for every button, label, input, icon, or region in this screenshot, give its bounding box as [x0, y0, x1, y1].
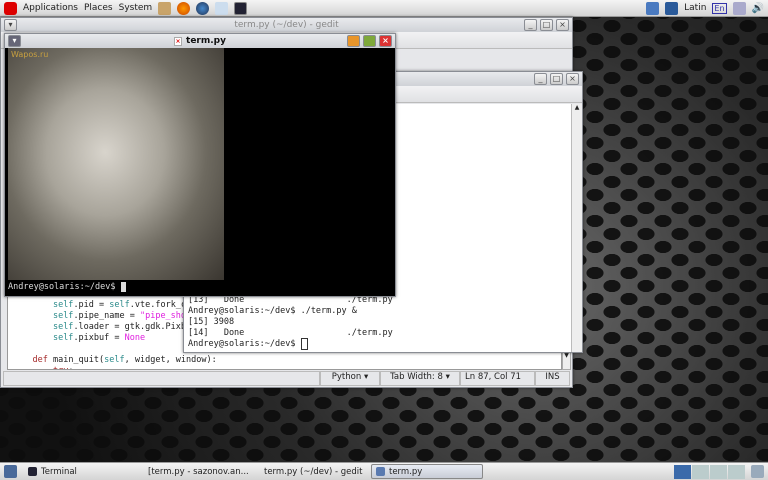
- taskbar-item-label: Terminal: [41, 466, 77, 477]
- close-button[interactable]: ×: [379, 35, 392, 47]
- insert-mode: INS: [535, 371, 570, 386]
- menu-places[interactable]: Places: [84, 3, 113, 13]
- file-icon: ×: [174, 36, 183, 46]
- keyboard-layout[interactable]: Latin: [684, 3, 706, 13]
- taskbar-item[interactable]: [term.py - sazonov.an...: [139, 464, 251, 479]
- system-monitor-icon[interactable]: [646, 1, 660, 15]
- top-panel: Applications Places System Latin En 🔊: [0, 0, 768, 17]
- home-icon[interactable]: [158, 1, 172, 15]
- terminal-line: Andrey@solaris:~/dev$: [188, 338, 393, 350]
- network-icon[interactable]: [665, 1, 679, 15]
- terminal-line: [15] 3908: [188, 317, 393, 328]
- maximize-button[interactable]: □: [540, 19, 553, 31]
- code-token: self: [52, 322, 74, 332]
- code-token: .pid =: [73, 300, 110, 310]
- language-selector[interactable]: Python ▾: [320, 371, 380, 386]
- minimize-button[interactable]: _: [534, 73, 547, 85]
- terminal-icon[interactable]: [234, 1, 248, 15]
- code-line: try:: [12, 366, 557, 369]
- snow-leopard-image: Wapos.ru: [8, 48, 224, 280]
- oracle-logo-icon[interactable]: [4, 1, 17, 15]
- code-token: None: [124, 333, 146, 343]
- taskbar-item-label: term.py: [389, 466, 423, 477]
- update-icon[interactable]: [215, 1, 229, 15]
- statusbar: Python ▾ Tab Width: 8 ▾ Ln 87, Col 71 IN…: [3, 371, 570, 386]
- taskbar-item[interactable]: term.py: [371, 464, 483, 479]
- cursor-position: Ln 87, Col 71: [460, 371, 535, 386]
- terminal-icon: [28, 467, 37, 476]
- terminal-line-text: [14] Done ./term.py: [188, 328, 393, 338]
- taskbar-item[interactable]: term.py (~/dev) - gedit: [255, 464, 367, 479]
- workspace-switcher[interactable]: [674, 464, 745, 479]
- menu-applications[interactable]: Applications: [23, 3, 78, 13]
- minimize-button[interactable]: _: [524, 19, 537, 31]
- code-token: .pixbuf =: [73, 333, 125, 343]
- termpy-window: ▾ × term.py × Wapos.ru Andrey@solaris:~/…: [4, 33, 396, 297]
- close-button[interactable]: ×: [556, 19, 569, 31]
- window-menu-button[interactable]: ▾: [4, 19, 17, 31]
- code-token: :: [68, 366, 73, 369]
- terminal-line: [14] Done ./term.py: [188, 328, 393, 339]
- window-title: term.py: [186, 36, 226, 46]
- minimize-button[interactable]: [347, 35, 360, 47]
- close-button[interactable]: ×: [566, 73, 579, 85]
- code-token: self: [52, 333, 74, 343]
- code-token: self: [104, 355, 125, 365]
- printer-icon[interactable]: [732, 1, 746, 15]
- code-line: def main_quit(self, widget, window):: [12, 355, 557, 366]
- firefox-icon[interactable]: [177, 1, 191, 15]
- window-title: term.py (~/dev) - gedit: [234, 20, 339, 30]
- scrollbar[interactable]: ▼: [562, 351, 571, 370]
- terminal-line: Andrey@solaris:~/dev$ ./term.py &: [188, 306, 393, 317]
- window-icon: [376, 467, 385, 476]
- trash-icon[interactable]: [751, 465, 764, 478]
- maximize-button[interactable]: [363, 35, 376, 47]
- maximize-button[interactable]: □: [550, 73, 563, 85]
- code-token: try: [53, 366, 68, 369]
- taskbar-item-label: term.py (~/dev) - gedit: [264, 466, 363, 477]
- menu-system[interactable]: System: [119, 3, 153, 13]
- taskbar-item-label: [term.py - sazonov.an...: [148, 466, 249, 477]
- watermark: Wapos.ru: [11, 50, 49, 59]
- scrollbar[interactable]: ▲: [571, 104, 582, 352]
- terminal-line-text: [15] 3908: [188, 317, 235, 327]
- language-indicator[interactable]: En: [712, 2, 727, 14]
- gedit-titlebar[interactable]: ▾ term.py (~/dev) - gedit _ □ ×: [1, 18, 572, 32]
- volume-icon[interactable]: 🔊: [752, 3, 764, 14]
- code-token: , widget, window):: [124, 355, 217, 365]
- bottom-panel: Terminal [term.py - sazonov.an... term.py …: [0, 462, 768, 480]
- termpy-prompt[interactable]: Andrey@solaris:~/dev$: [8, 282, 126, 293]
- terminal-line-text: Andrey@solaris:~/dev$: [188, 339, 301, 349]
- termpy-titlebar[interactable]: ▾ × term.py ×: [5, 34, 395, 48]
- code-token: .pipe_name =: [73, 311, 140, 321]
- code-token: def: [32, 355, 48, 365]
- cursor: [300, 338, 308, 350]
- show-desktop-icon[interactable]: [4, 465, 17, 478]
- thunderbird-icon[interactable]: [196, 1, 210, 15]
- code-token: main_quit(: [47, 355, 105, 365]
- window-menu-button[interactable]: ▾: [8, 35, 21, 47]
- terminal-line-text: Andrey@solaris:~/dev$ ./term.py &: [188, 306, 357, 316]
- code-token: self: [109, 300, 130, 310]
- tab-width-selector[interactable]: Tab Width: 8 ▾: [380, 371, 460, 386]
- code-token: self: [52, 311, 74, 321]
- taskbar-item[interactable]: Terminal: [23, 464, 135, 479]
- code-token: self: [52, 300, 74, 310]
